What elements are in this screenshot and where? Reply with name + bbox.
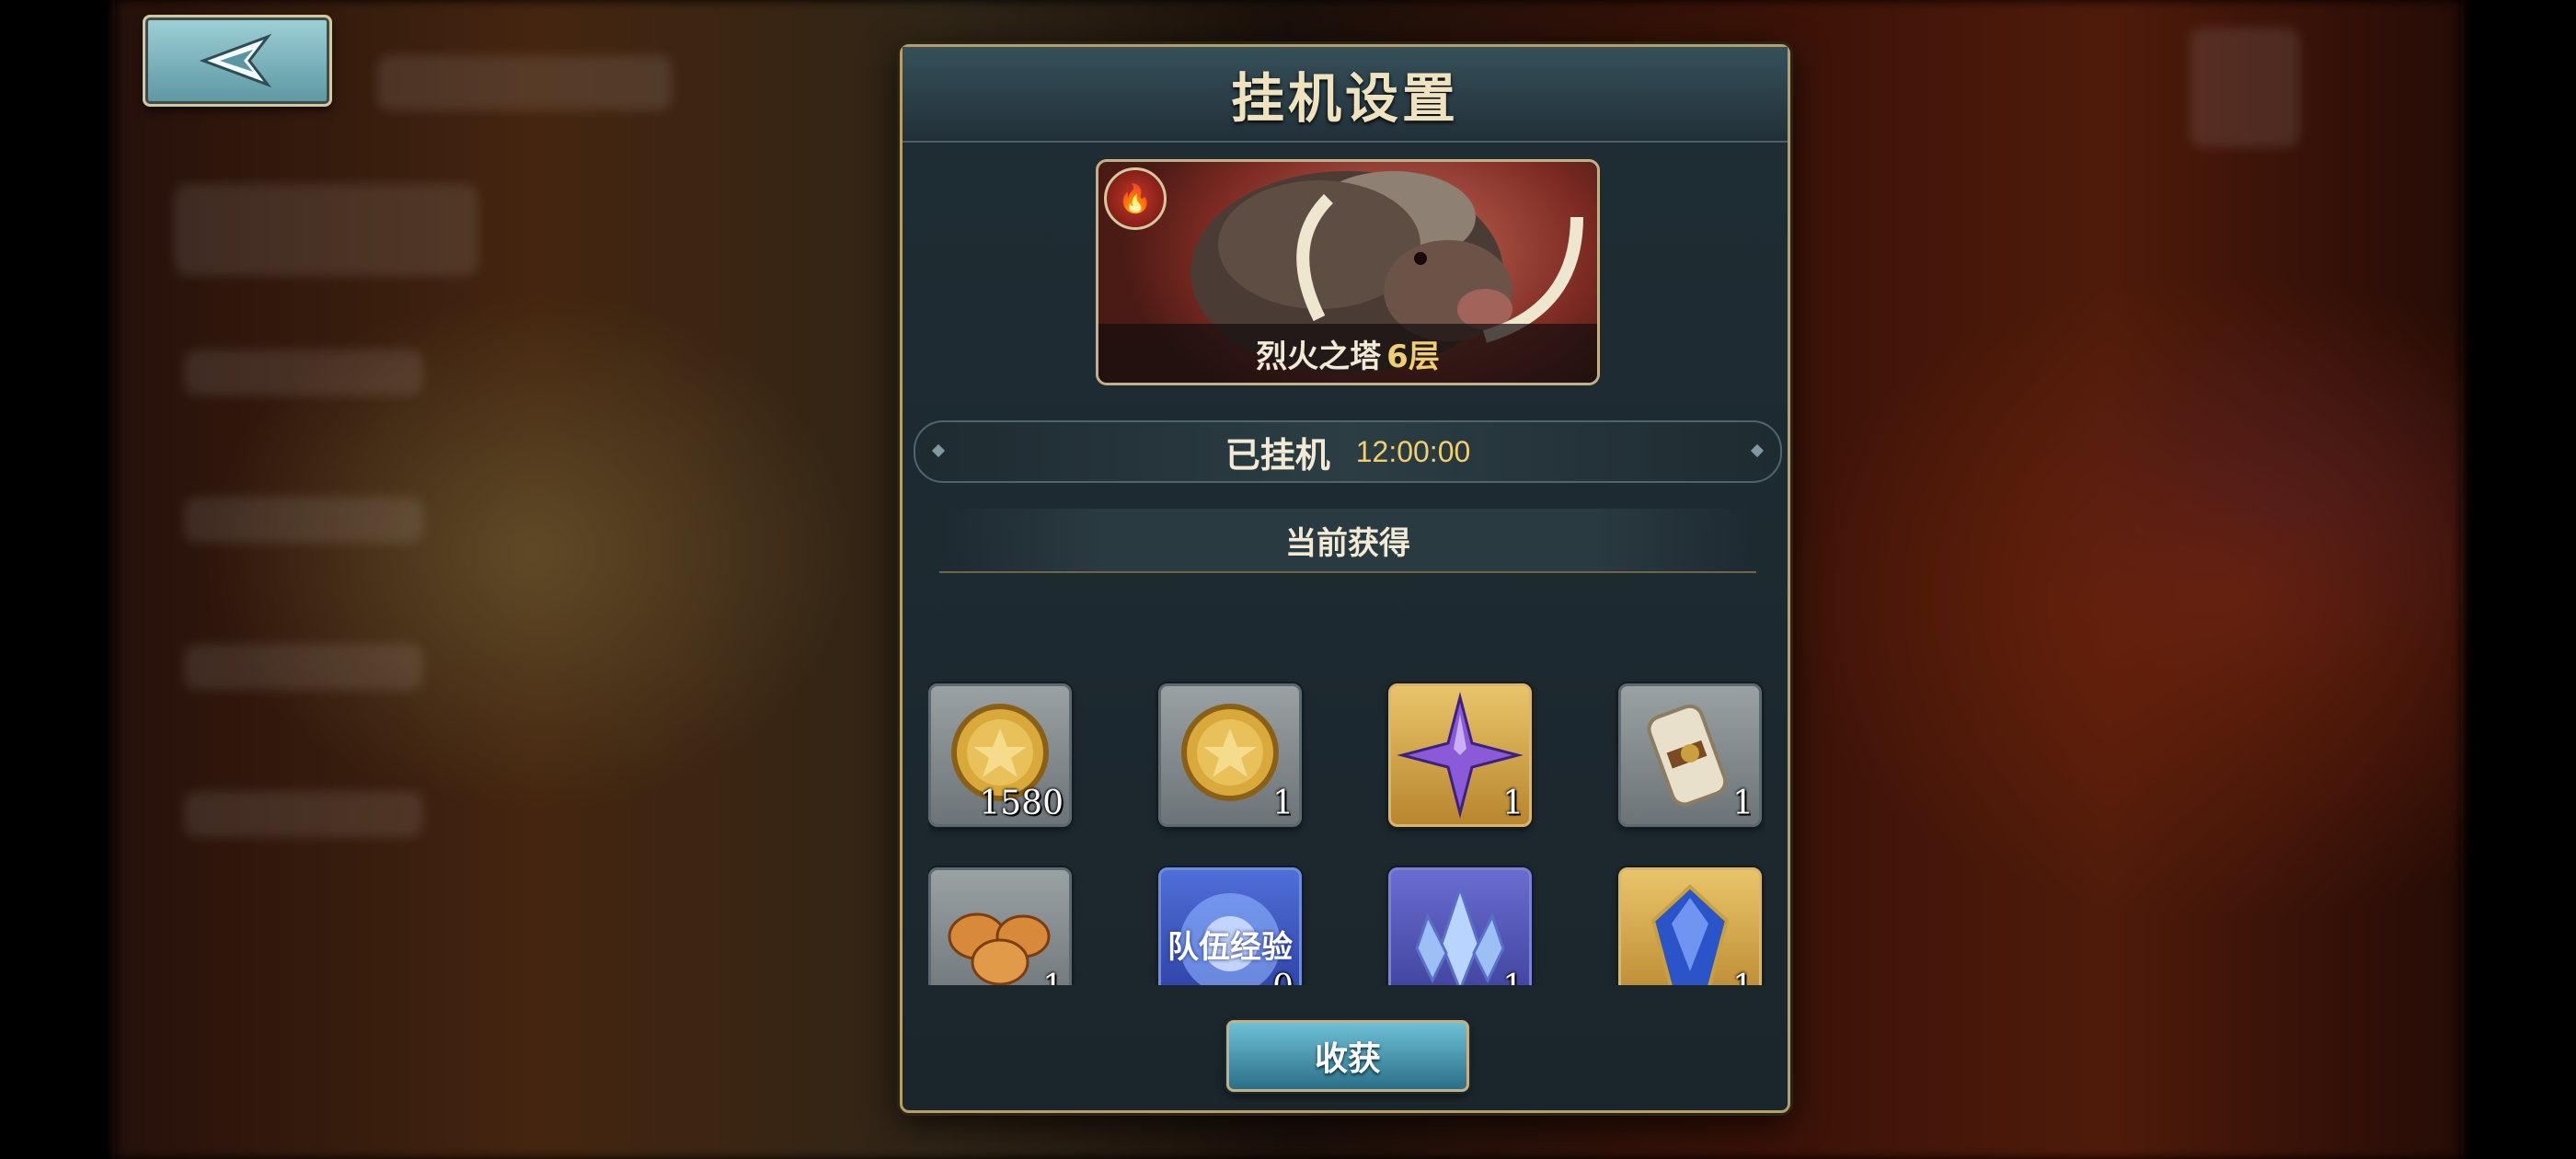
reward-count: 1580: [979, 785, 1064, 822]
team-exp-label: 队伍经验: [1167, 929, 1293, 966]
reward-item[interactable]: 1: [1388, 867, 1532, 985]
background-blur-element: [184, 497, 423, 543]
dialog-title: 挂机设置: [1230, 67, 1459, 130]
fire-element-icon: 🔥: [1104, 167, 1167, 230]
section-title: 当前获得: [1285, 524, 1410, 562]
reward-item[interactable]: 1: [928, 867, 1072, 985]
current-rewards-header: 当前获得: [939, 509, 1756, 573]
dialog-header: 挂机设置: [903, 47, 1788, 143]
background-blur-element: [377, 55, 672, 110]
reward-item[interactable]: 1580: [928, 683, 1072, 827]
back-button[interactable]: [143, 15, 332, 107]
background-blur-element: [184, 791, 423, 837]
reward-count: 1: [1732, 969, 1754, 985]
reward-item[interactable]: 1: [1158, 683, 1302, 827]
idle-status-label: 已挂机: [1225, 434, 1330, 476]
back-arrow-icon: [199, 33, 272, 88]
idle-status-bar: 已挂机 12:00:00: [914, 420, 1782, 483]
stage-name: 烈火之塔: [1256, 338, 1382, 375]
reward-item[interactable]: 1: [1388, 683, 1532, 827]
collect-label: 收获: [1314, 1040, 1381, 1078]
reward-count: 1: [1732, 785, 1754, 822]
background-blur-element: [184, 350, 423, 396]
reward-item[interactable]: 队伍经验 0: [1158, 867, 1302, 985]
reward-count: 1: [1502, 969, 1524, 985]
reward-count: 0: [1272, 969, 1294, 985]
decorative-diamond: [931, 443, 946, 458]
background-blur-element: [175, 184, 478, 276]
reward-item[interactable]: 1: [1618, 867, 1762, 985]
stage-card[interactable]: 🔥 烈火之塔 6层: [1096, 159, 1600, 385]
reward-count: 1: [1502, 785, 1524, 822]
decorative-diamond: [1750, 443, 1765, 458]
background-blur-element: [2190, 28, 2300, 147]
background-blur-element: [184, 644, 423, 690]
idle-timer: 12:00:00: [1355, 434, 1471, 468]
reward-count: 1: [1042, 969, 1064, 985]
reward-grid: 1580 1 1 1 队伍经验: [928, 636, 1765, 985]
stage-floor: 6层: [1386, 338, 1440, 375]
stage-caption: 烈火之塔 6层: [1098, 324, 1597, 383]
collect-button[interactable]: 收获: [1226, 1020, 1469, 1092]
reward-item[interactable]: 1: [1618, 683, 1762, 827]
reward-count: 1: [1272, 785, 1294, 822]
idle-settings-dialog: 挂机设置 🔥 烈火之塔 6层 已挂机 12:00:00 当前获得 1580 1 …: [900, 44, 1790, 1113]
